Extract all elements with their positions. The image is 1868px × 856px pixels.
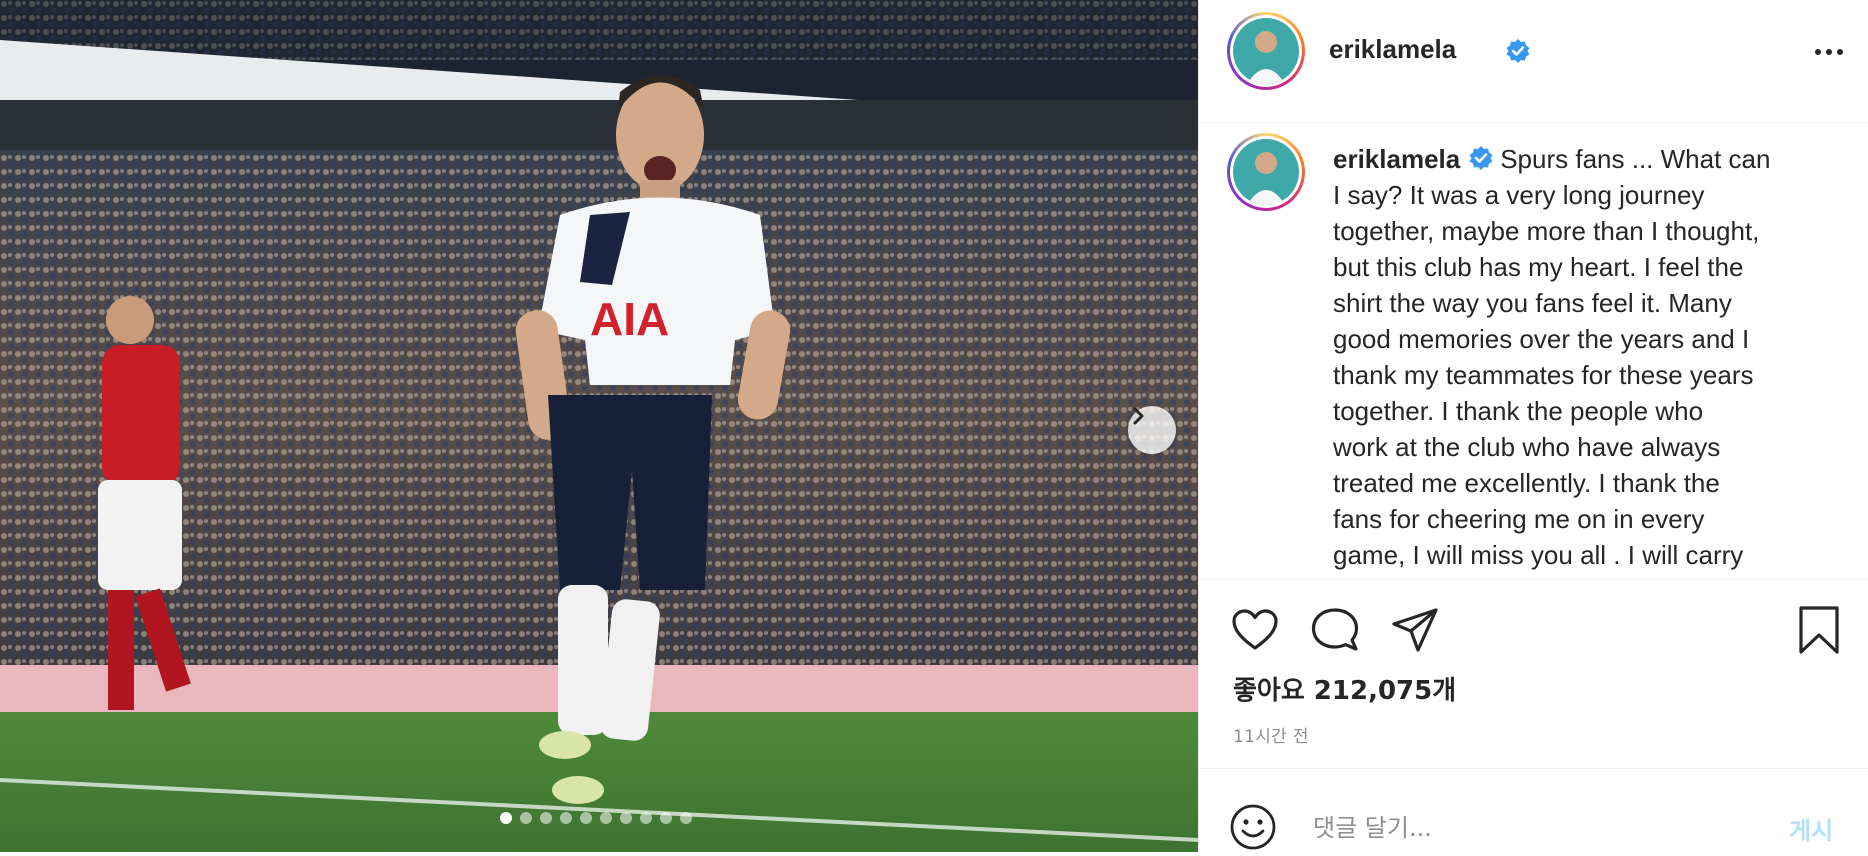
chevron-right-icon — [1133, 407, 1144, 425]
post-comment-button[interactable]: 게시 — [1789, 811, 1833, 846]
instagram-post-view: AIA eriklamela eriklamela Spurs fans ...… — [0, 0, 1868, 852]
stadium-photo: AIA — [0, 0, 1198, 852]
comment-button[interactable] — [1309, 604, 1361, 656]
save-button[interactable] — [1793, 604, 1845, 656]
caption-line: good memories over the years and I — [1333, 324, 1750, 354]
post-timestamp[interactable]: 11시간 전 — [1233, 722, 1309, 747]
avatar-border — [1230, 136, 1302, 208]
emoji-button[interactable] — [1229, 803, 1277, 856]
next-slide-button[interactable] — [1128, 406, 1176, 454]
comment-input[interactable] — [1311, 805, 1755, 851]
avatar-image — [1233, 139, 1299, 205]
caption-line: Spurs fans ... What can — [1500, 144, 1771, 174]
caption-line: together. I thank the people who — [1333, 396, 1704, 426]
caption-text: eriklamela Spurs fans ... What can I say… — [1333, 141, 1833, 573]
likes-count[interactable]: 좋아요 212,075개 — [1233, 670, 1456, 707]
header-username[interactable]: eriklamela — [1329, 34, 1456, 65]
carousel-dot — [620, 812, 632, 824]
carousel-dot — [560, 812, 572, 824]
carousel-dot — [540, 812, 552, 824]
caption-line: thank my teammates for these years — [1333, 360, 1754, 390]
caption-avatar[interactable] — [1227, 133, 1305, 211]
carousel-dot — [660, 812, 672, 824]
post-photo[interactable]: AIA — [0, 0, 1198, 852]
share-button[interactable] — [1389, 604, 1441, 656]
carousel-dot — [680, 812, 692, 824]
avatar-image — [1233, 18, 1299, 84]
like-button[interactable] — [1229, 604, 1281, 656]
caption-username[interactable]: eriklamela — [1333, 144, 1460, 174]
post-header: eriklamela — [1199, 0, 1868, 123]
carousel-indicator — [500, 812, 692, 824]
caption-line: together, maybe more than I thought, — [1333, 216, 1760, 246]
more-dot — [1837, 49, 1843, 55]
caption-line: shirt the way you fans feel it. Many — [1333, 288, 1732, 318]
svg-text:AIA: AIA — [590, 293, 669, 345]
caption-line: treated me excellently. I thank the — [1333, 468, 1720, 498]
carousel-dot — [520, 812, 532, 824]
caption-line: I say? It was a very long journey — [1333, 180, 1705, 210]
carousel-dot — [640, 812, 652, 824]
verified-badge-icon — [1506, 39, 1530, 63]
caption-line: but this club has my heart. I feel the — [1333, 252, 1744, 282]
caption-line: game, I will miss you all . I will carry — [1333, 540, 1744, 570]
more-options-icon — [1815, 49, 1821, 55]
bookmark-icon — [1799, 606, 1839, 654]
verified-badge-icon — [1469, 146, 1493, 170]
more-options-button[interactable] — [1809, 40, 1849, 64]
more-dot — [1826, 49, 1832, 55]
carousel-dot — [580, 812, 592, 824]
carousel-dot — [500, 812, 512, 824]
emoji-icon — [1230, 804, 1276, 850]
caption-line: fans for cheering me on in every — [1333, 504, 1705, 534]
caption-line: work at the club who have always — [1333, 432, 1721, 462]
comment-icon — [1311, 608, 1359, 651]
action-bar — [1199, 596, 1868, 660]
heart-icon — [1232, 609, 1278, 650]
avatar[interactable] — [1227, 12, 1305, 90]
avatar-border — [1230, 15, 1302, 87]
send-icon — [1392, 608, 1438, 652]
comment-form: 게시 — [1199, 768, 1868, 853]
post-side-panel: eriklamela eriklamela Spurs fans ... Wha… — [1198, 0, 1868, 852]
carousel-dot — [600, 812, 612, 824]
caption-section: eriklamela Spurs fans ... What can I say… — [1199, 123, 1868, 580]
